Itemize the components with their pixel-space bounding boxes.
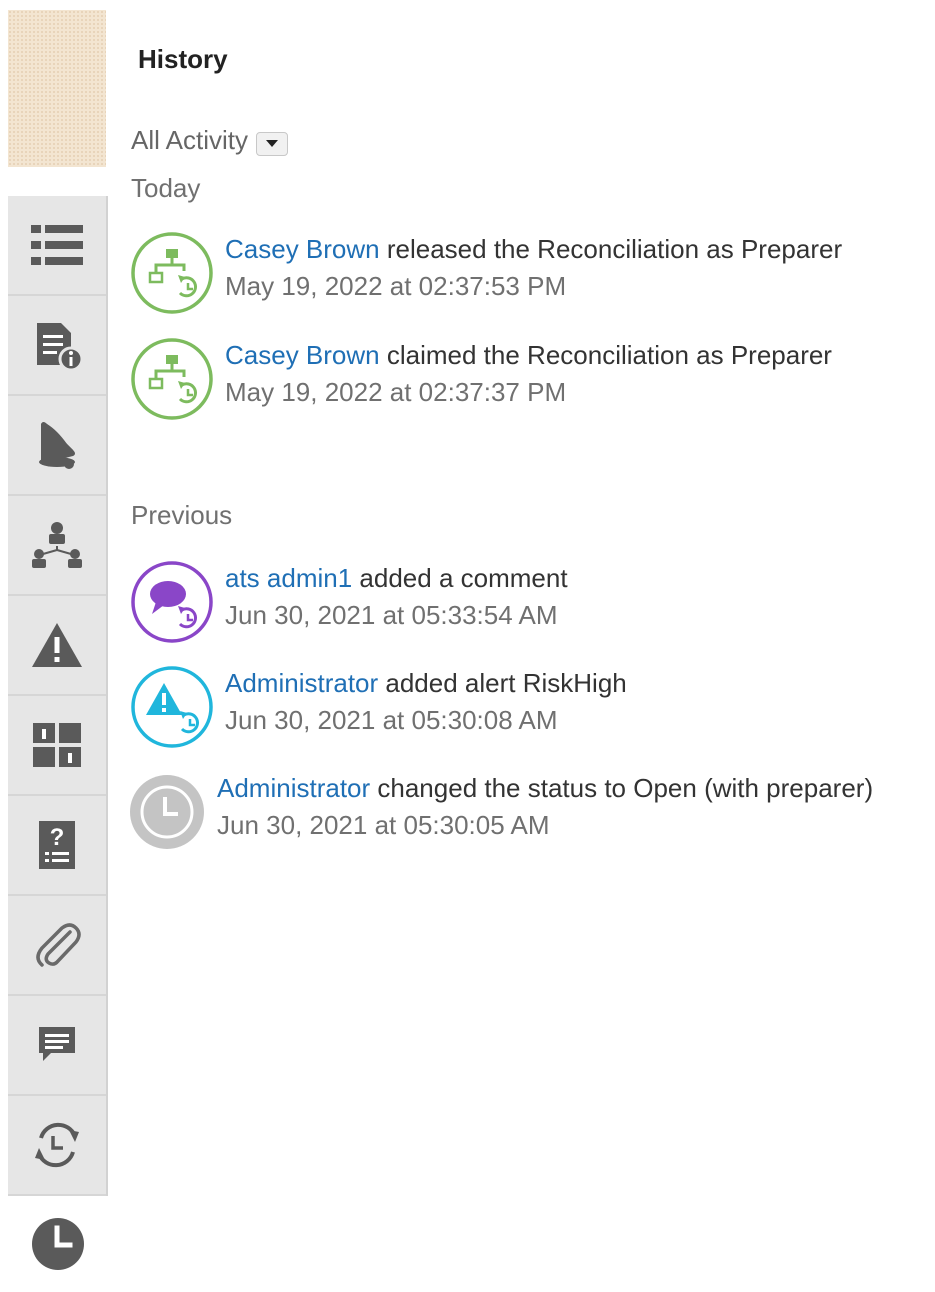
entry-action: claimed the Reconciliation as Preparer: [386, 340, 832, 370]
hierarchy-icon: [32, 522, 82, 568]
comment-icon: [131, 561, 213, 643]
activity-filter-dropdown[interactable]: All Activity: [131, 125, 289, 156]
entry-action: released the Reconciliation as Preparer: [386, 234, 843, 264]
rail-header-pattern: [8, 10, 106, 167]
rail-item-alerts[interactable]: [8, 596, 106, 696]
entry-user-link[interactable]: ats admin1: [225, 563, 352, 593]
rail-item-notifications[interactable]: [8, 396, 106, 496]
list-icon: [31, 225, 83, 265]
rail-item-comments[interactable]: [8, 996, 106, 1096]
entry-timestamp: May 19, 2022 at 02:37:37 PM: [225, 377, 567, 407]
svg-text:?: ?: [50, 824, 65, 851]
rail-item-attachments[interactable]: [8, 896, 106, 996]
rail-item-hierarchy[interactable]: [8, 496, 106, 596]
entry-user-link[interactable]: Administrator: [225, 668, 378, 698]
entry-timestamp: Jun 30, 2021 at 05:30:05 AM: [217, 810, 550, 840]
entry-action: added alert RiskHigh: [385, 668, 627, 698]
section-today: Today: [131, 173, 201, 203]
entry-action: changed the status to Open (with prepare…: [377, 773, 874, 803]
grid-info-icon: [33, 723, 81, 767]
clock-icon: [32, 1218, 84, 1270]
rail-item-questions[interactable]: ?: [8, 796, 106, 896]
entry-user-link[interactable]: Casey Brown: [225, 340, 380, 370]
chat-icon: [39, 1027, 75, 1061]
rail-item-details[interactable]: [8, 296, 106, 396]
panel-title: History: [138, 44, 228, 74]
chevron-down-icon[interactable]: [256, 131, 289, 156]
paperclip-icon: [36, 923, 81, 967]
side-rail: ?: [8, 196, 108, 1196]
rail-item-list[interactable]: [8, 196, 106, 296]
section-previous: Previous: [131, 500, 233, 530]
entry-timestamp: Jun 30, 2021 at 05:33:54 AM: [225, 600, 558, 630]
warning-icon: [32, 623, 82, 667]
entry-user-link[interactable]: Administrator: [217, 773, 370, 803]
workflow-icon: [131, 338, 213, 420]
history-refresh-icon: [35, 1122, 79, 1168]
rail-item-attributes[interactable]: [8, 696, 106, 796]
document-info-icon: [37, 323, 83, 371]
clock-icon: [130, 775, 204, 849]
rail-item-history-active[interactable]: [8, 1196, 108, 1292]
bell-icon: [39, 422, 75, 469]
workflow-icon: [131, 232, 213, 314]
question-list-icon: ?: [39, 821, 75, 869]
entry-timestamp: Jun 30, 2021 at 05:30:08 AM: [225, 705, 558, 735]
entry-user-link[interactable]: Casey Brown: [225, 234, 380, 264]
alert-icon: [131, 666, 213, 748]
entry-timestamp: May 19, 2022 at 02:37:53 PM: [225, 271, 567, 301]
entry-action: added a comment: [359, 563, 568, 593]
rail-item-workflow-history[interactable]: [8, 1096, 106, 1196]
filter-label: All Activity: [131, 125, 249, 155]
